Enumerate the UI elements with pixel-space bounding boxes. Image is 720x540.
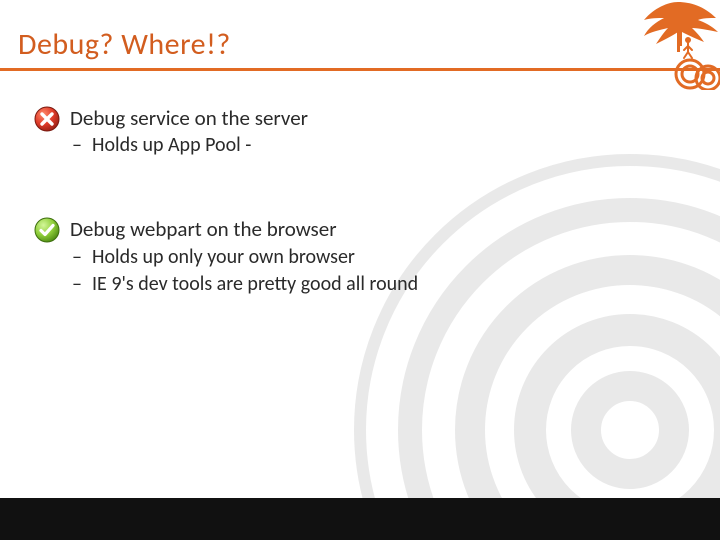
brand-logo-icon <box>638 0 720 90</box>
bullet-item: Debug webpart on the browser Holds up on… <box>38 215 638 297</box>
sub-bullet: IE 9's dev tools are pretty good all rou… <box>72 271 638 298</box>
check-icon <box>34 217 60 243</box>
slide: Debug? Where!? Debug service on the serv… <box>0 0 720 540</box>
bullet-head: Debug service on the server <box>38 104 638 132</box>
slide-title: Debug? Where!? <box>18 26 231 63</box>
footer-bar <box>0 498 720 540</box>
slide-content: Debug service on the server Holds up App… <box>38 104 638 354</box>
bullet-item: Debug service on the server Holds up App… <box>38 104 638 159</box>
sub-bullet: Holds up only your own browser <box>72 244 638 271</box>
title-underline <box>0 68 720 71</box>
bullet-head: Debug webpart on the browser <box>38 215 638 243</box>
sub-bullet: Holds up App Pool - <box>72 132 638 159</box>
cross-icon <box>34 106 60 132</box>
